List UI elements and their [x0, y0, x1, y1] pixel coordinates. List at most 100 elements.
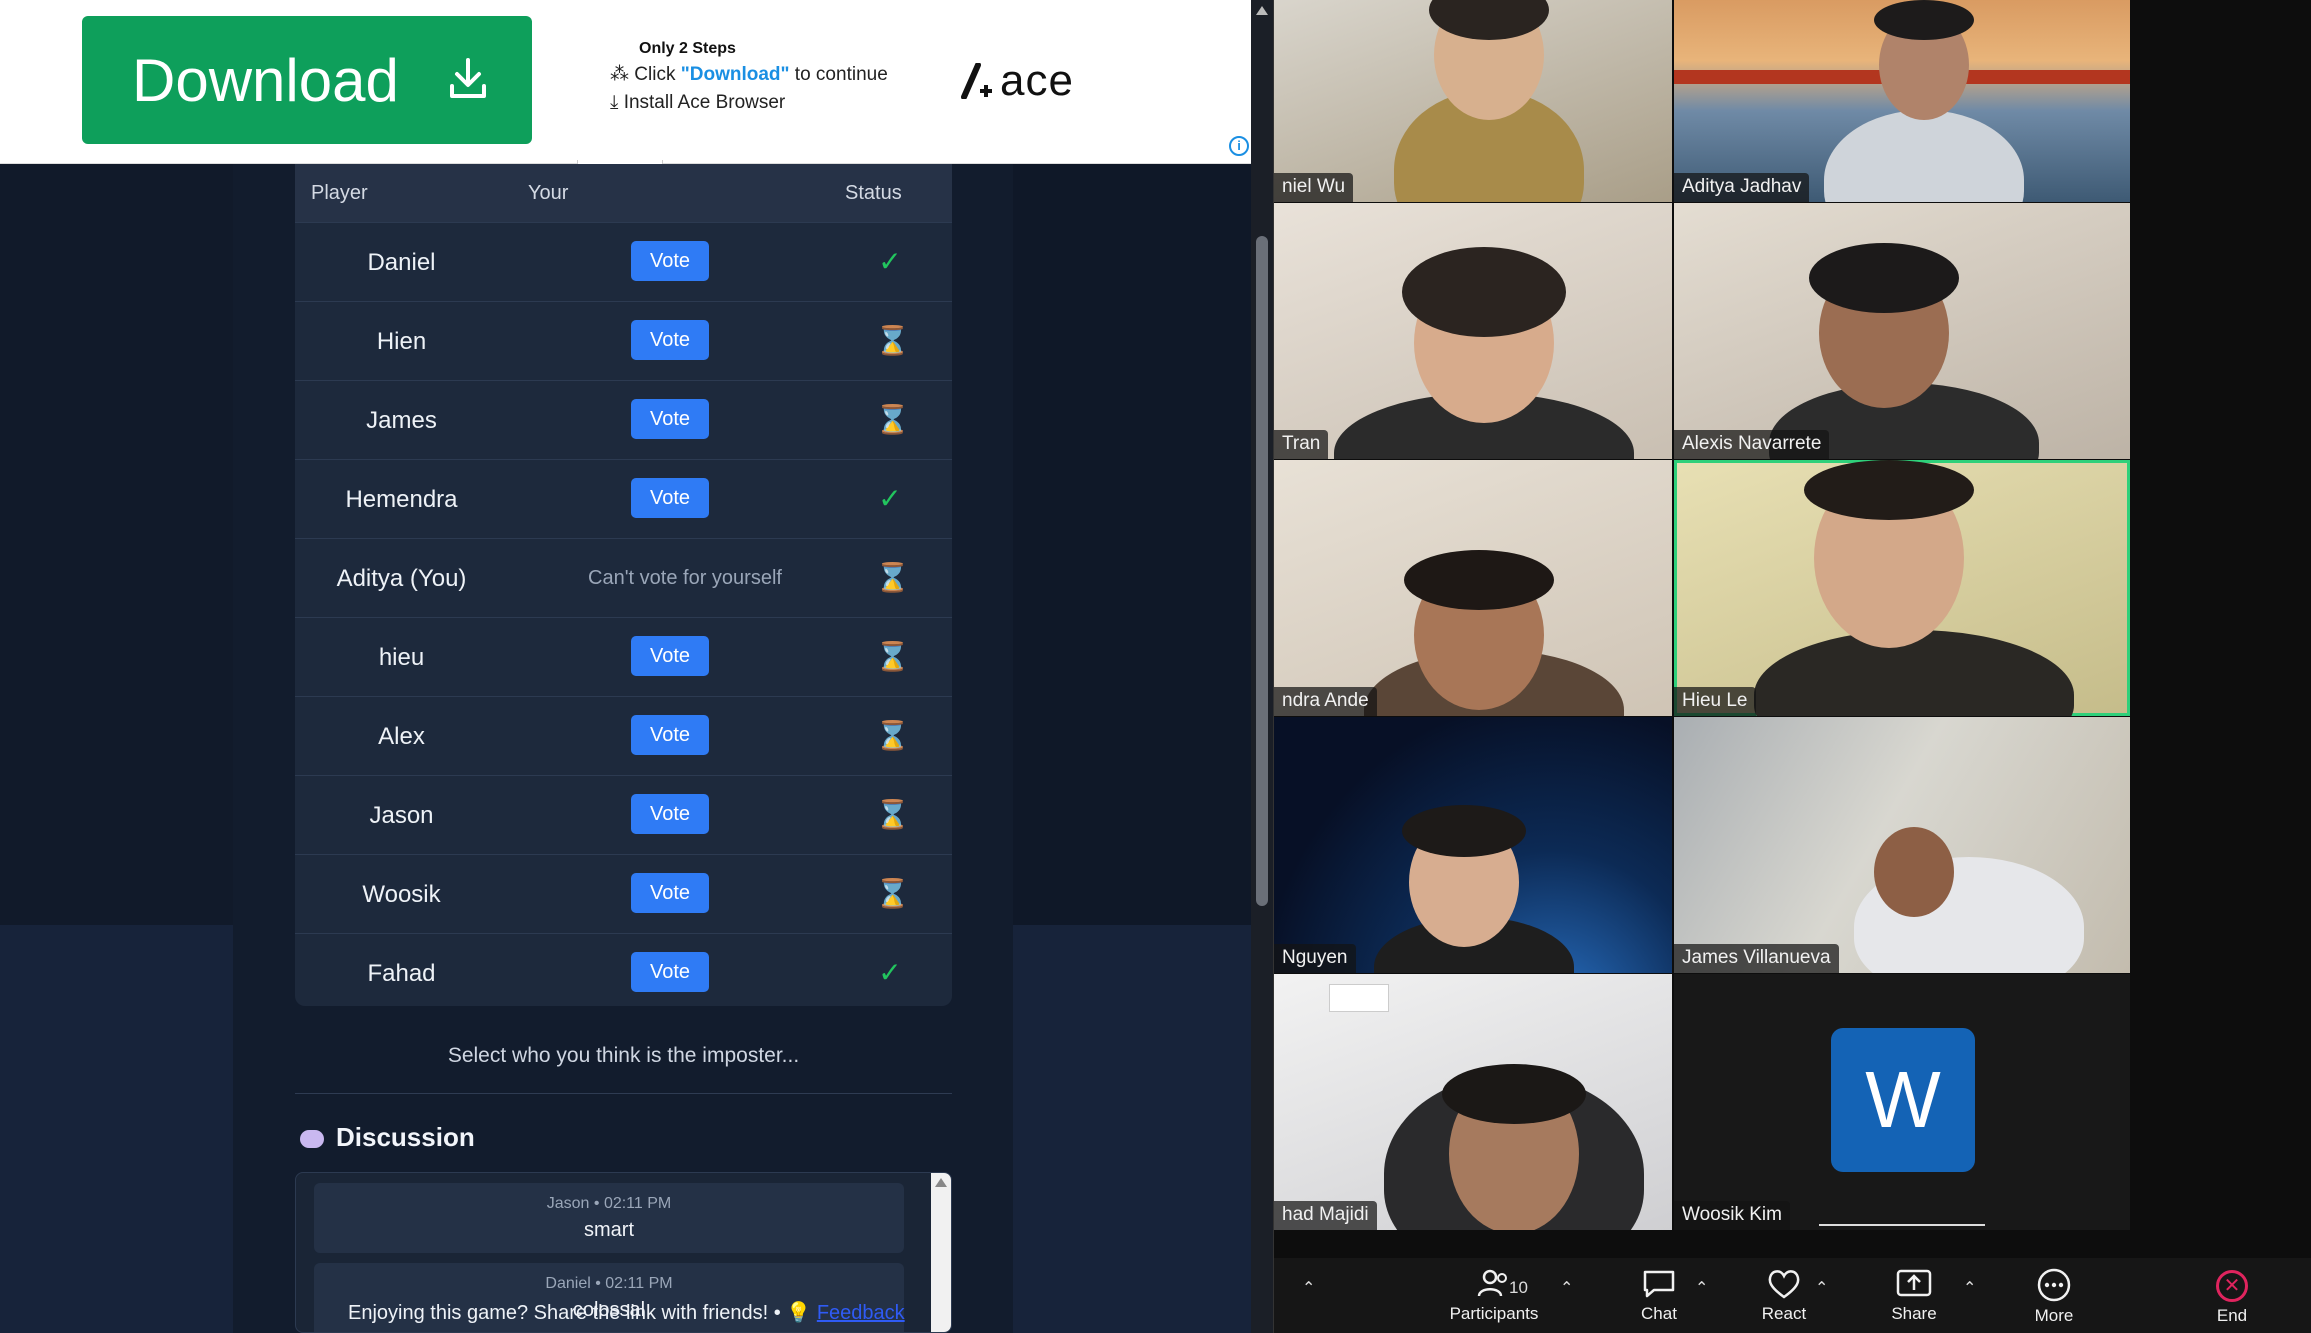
player-name: Jason: [369, 802, 434, 829]
end-call-icon: ✕: [2216, 1270, 2248, 1302]
share-button[interactable]: Share: [1874, 1268, 1954, 1324]
ad-info-icon[interactable]: i: [1229, 136, 1249, 156]
video-tile[interactable]: had Majidi: [1274, 974, 1672, 1230]
feedback-link[interactable]: Feedback: [817, 1302, 905, 1324]
chevron-up-icon[interactable]: ⌃: [1963, 1278, 1976, 1298]
vote-button[interactable]: Vote: [631, 241, 709, 281]
cant-vote-text: Can't vote for yourself: [588, 567, 782, 589]
end-label: End: [2216, 1306, 2248, 1325]
participant-name: had Majidi: [1274, 1201, 1377, 1230]
browser-pane: Download Only 2 Steps ⁂ Click "Download"…: [0, 0, 1251, 1333]
vote-button[interactable]: Vote: [631, 320, 709, 360]
participant-name: Tran: [1274, 430, 1329, 459]
meeting-toolbar: ⌃ Participants 10 ⌃ Chat ⌃ React ⌃ Share…: [1274, 1258, 2311, 1333]
participants-label: Participants: [1449, 1304, 1539, 1323]
participants-count: 10: [1509, 1278, 1528, 1297]
player-name: hieu: [378, 644, 425, 671]
hourglass-icon: ⌛: [875, 799, 910, 830]
hourglass-icon: ⌛: [875, 720, 910, 751]
ad-step-one-prefix: Click: [634, 64, 681, 85]
chat-scrollbar[interactable]: [931, 1173, 951, 1332]
status-column-header: Status: [845, 182, 902, 204]
participant-hair: [1809, 243, 1959, 313]
participant-name: James Villanueva: [1674, 944, 1839, 973]
vote-button[interactable]: Vote: [631, 794, 709, 834]
participant-name: niel Wu: [1274, 173, 1354, 202]
vote-button[interactable]: Vote: [631, 399, 709, 439]
participants-button[interactable]: Participants: [1424, 1268, 1564, 1324]
vote-row: Alex Vote ⌛: [295, 696, 952, 775]
player-name: Hemendra: [345, 486, 458, 513]
player-name: Aditya (You): [336, 565, 467, 592]
vote-row: James Vote ⌛: [295, 380, 952, 459]
ad-download-button[interactable]: Download: [82, 16, 532, 144]
download-small-icon: ⤓: [610, 92, 624, 113]
participant-hair: [1442, 1064, 1586, 1124]
video-tile[interactable]: Tran: [1274, 203, 1672, 459]
more-button[interactable]: More: [2014, 1268, 2094, 1326]
sparkle-icon: ⁂: [610, 64, 635, 85]
scroll-up-arrow-icon[interactable]: [1256, 6, 1268, 15]
ad-steps-title: Only 2 Steps: [639, 40, 736, 57]
player-name: Fahad: [367, 960, 436, 987]
ad-step-one-highlight: "Download": [680, 64, 790, 85]
react-label: React: [1761, 1304, 1807, 1323]
chat-message-meta: Daniel • 02:11 PM: [545, 1275, 673, 1292]
ace-logo[interactable]: ace: [960, 56, 1074, 106]
video-tile[interactable]: niel Wu: [1274, 0, 1672, 202]
chevron-up-icon[interactable]: ⌃: [1695, 1278, 1708, 1298]
video-tile[interactable]: James Villanueva: [1674, 717, 2130, 973]
vote-row: Hien Vote ⌛: [295, 301, 952, 380]
chat-button[interactable]: Chat: [1624, 1268, 1694, 1324]
participant-name: Woosik Kim: [1674, 1201, 1790, 1230]
chevron-up-icon[interactable]: ⌃: [1815, 1278, 1828, 1298]
hourglass-icon: ⌛: [875, 325, 910, 356]
discussion-title: Discussion: [336, 1122, 475, 1152]
end-button[interactable]: ✕ End: [2216, 1270, 2248, 1326]
vote-row: Jason Vote ⌛: [295, 775, 952, 854]
vote-button[interactable]: Vote: [631, 952, 709, 992]
video-call-window: niel Wu Aditya Jadhav Tran Alexis Navarr…: [1274, 0, 2311, 1333]
participant-hair: [1402, 805, 1526, 857]
chevron-up-icon[interactable]: ⌃: [1560, 1278, 1573, 1298]
react-button[interactable]: React: [1744, 1268, 1824, 1324]
participant-hair: [1402, 247, 1566, 337]
vote-row: Woosik Vote ⌛: [295, 854, 952, 933]
participant-name: Hieu Le: [1674, 687, 1756, 716]
vote-button[interactable]: Vote: [631, 478, 709, 518]
scrollbar-thumb[interactable]: [1256, 236, 1268, 906]
video-tile-avatar[interactable]: W Woosik Kim: [1674, 974, 2130, 1230]
chevron-up-icon[interactable]: ⌃: [1302, 1278, 1315, 1298]
vote-button[interactable]: Vote: [631, 873, 709, 913]
participant-name: Alexis Navarrete: [1674, 430, 1830, 459]
player-name: Alex: [378, 723, 425, 750]
scroll-up-arrow-icon[interactable]: [935, 1178, 947, 1187]
download-icon: [450, 58, 486, 98]
video-tile[interactable]: Aditya Jadhav: [1674, 0, 2130, 202]
vote-row: Daniel Vote ✓: [295, 222, 952, 301]
vote-row: Hemendra Vote ✓: [295, 459, 952, 538]
participant-head: [1874, 827, 1954, 917]
vote-row: Aditya (You) Can't vote for yourself ⌛: [295, 538, 952, 617]
video-tile[interactable]: Alexis Navarrete: [1674, 203, 2130, 459]
video-tile[interactable]: Nguyen: [1274, 717, 1672, 973]
more-icon: [2037, 1268, 2071, 1302]
vote-button[interactable]: Vote: [631, 636, 709, 676]
ace-brand-text: ace: [1000, 56, 1074, 105]
imposter-hint: Select who you think is the imposter...: [447, 1044, 800, 1067]
video-tile-active-speaker[interactable]: Hieu Le: [1674, 460, 2130, 716]
ad-step-one-suffix: to continue: [789, 64, 888, 85]
chat-message-meta: Jason • 02:11 PM: [546, 1195, 672, 1212]
video-tile[interactable]: ndra Ande: [1274, 460, 1672, 716]
page-scrollbar[interactable]: [1251, 0, 1273, 1333]
share-screen-icon: [1896, 1269, 1932, 1297]
share-label: Share: [1891, 1304, 1937, 1323]
vote-button[interactable]: Vote: [631, 715, 709, 755]
chat-icon: [1643, 1270, 1675, 1298]
participant-avatar: W: [1831, 1028, 1975, 1172]
participant-body: [1824, 110, 2024, 202]
hourglass-icon: ⌛: [875, 878, 910, 909]
vote-row: Fahad Vote ✓: [295, 933, 952, 1012]
participant-hair: [1404, 550, 1554, 610]
ad-download-label: Download: [132, 46, 399, 114]
